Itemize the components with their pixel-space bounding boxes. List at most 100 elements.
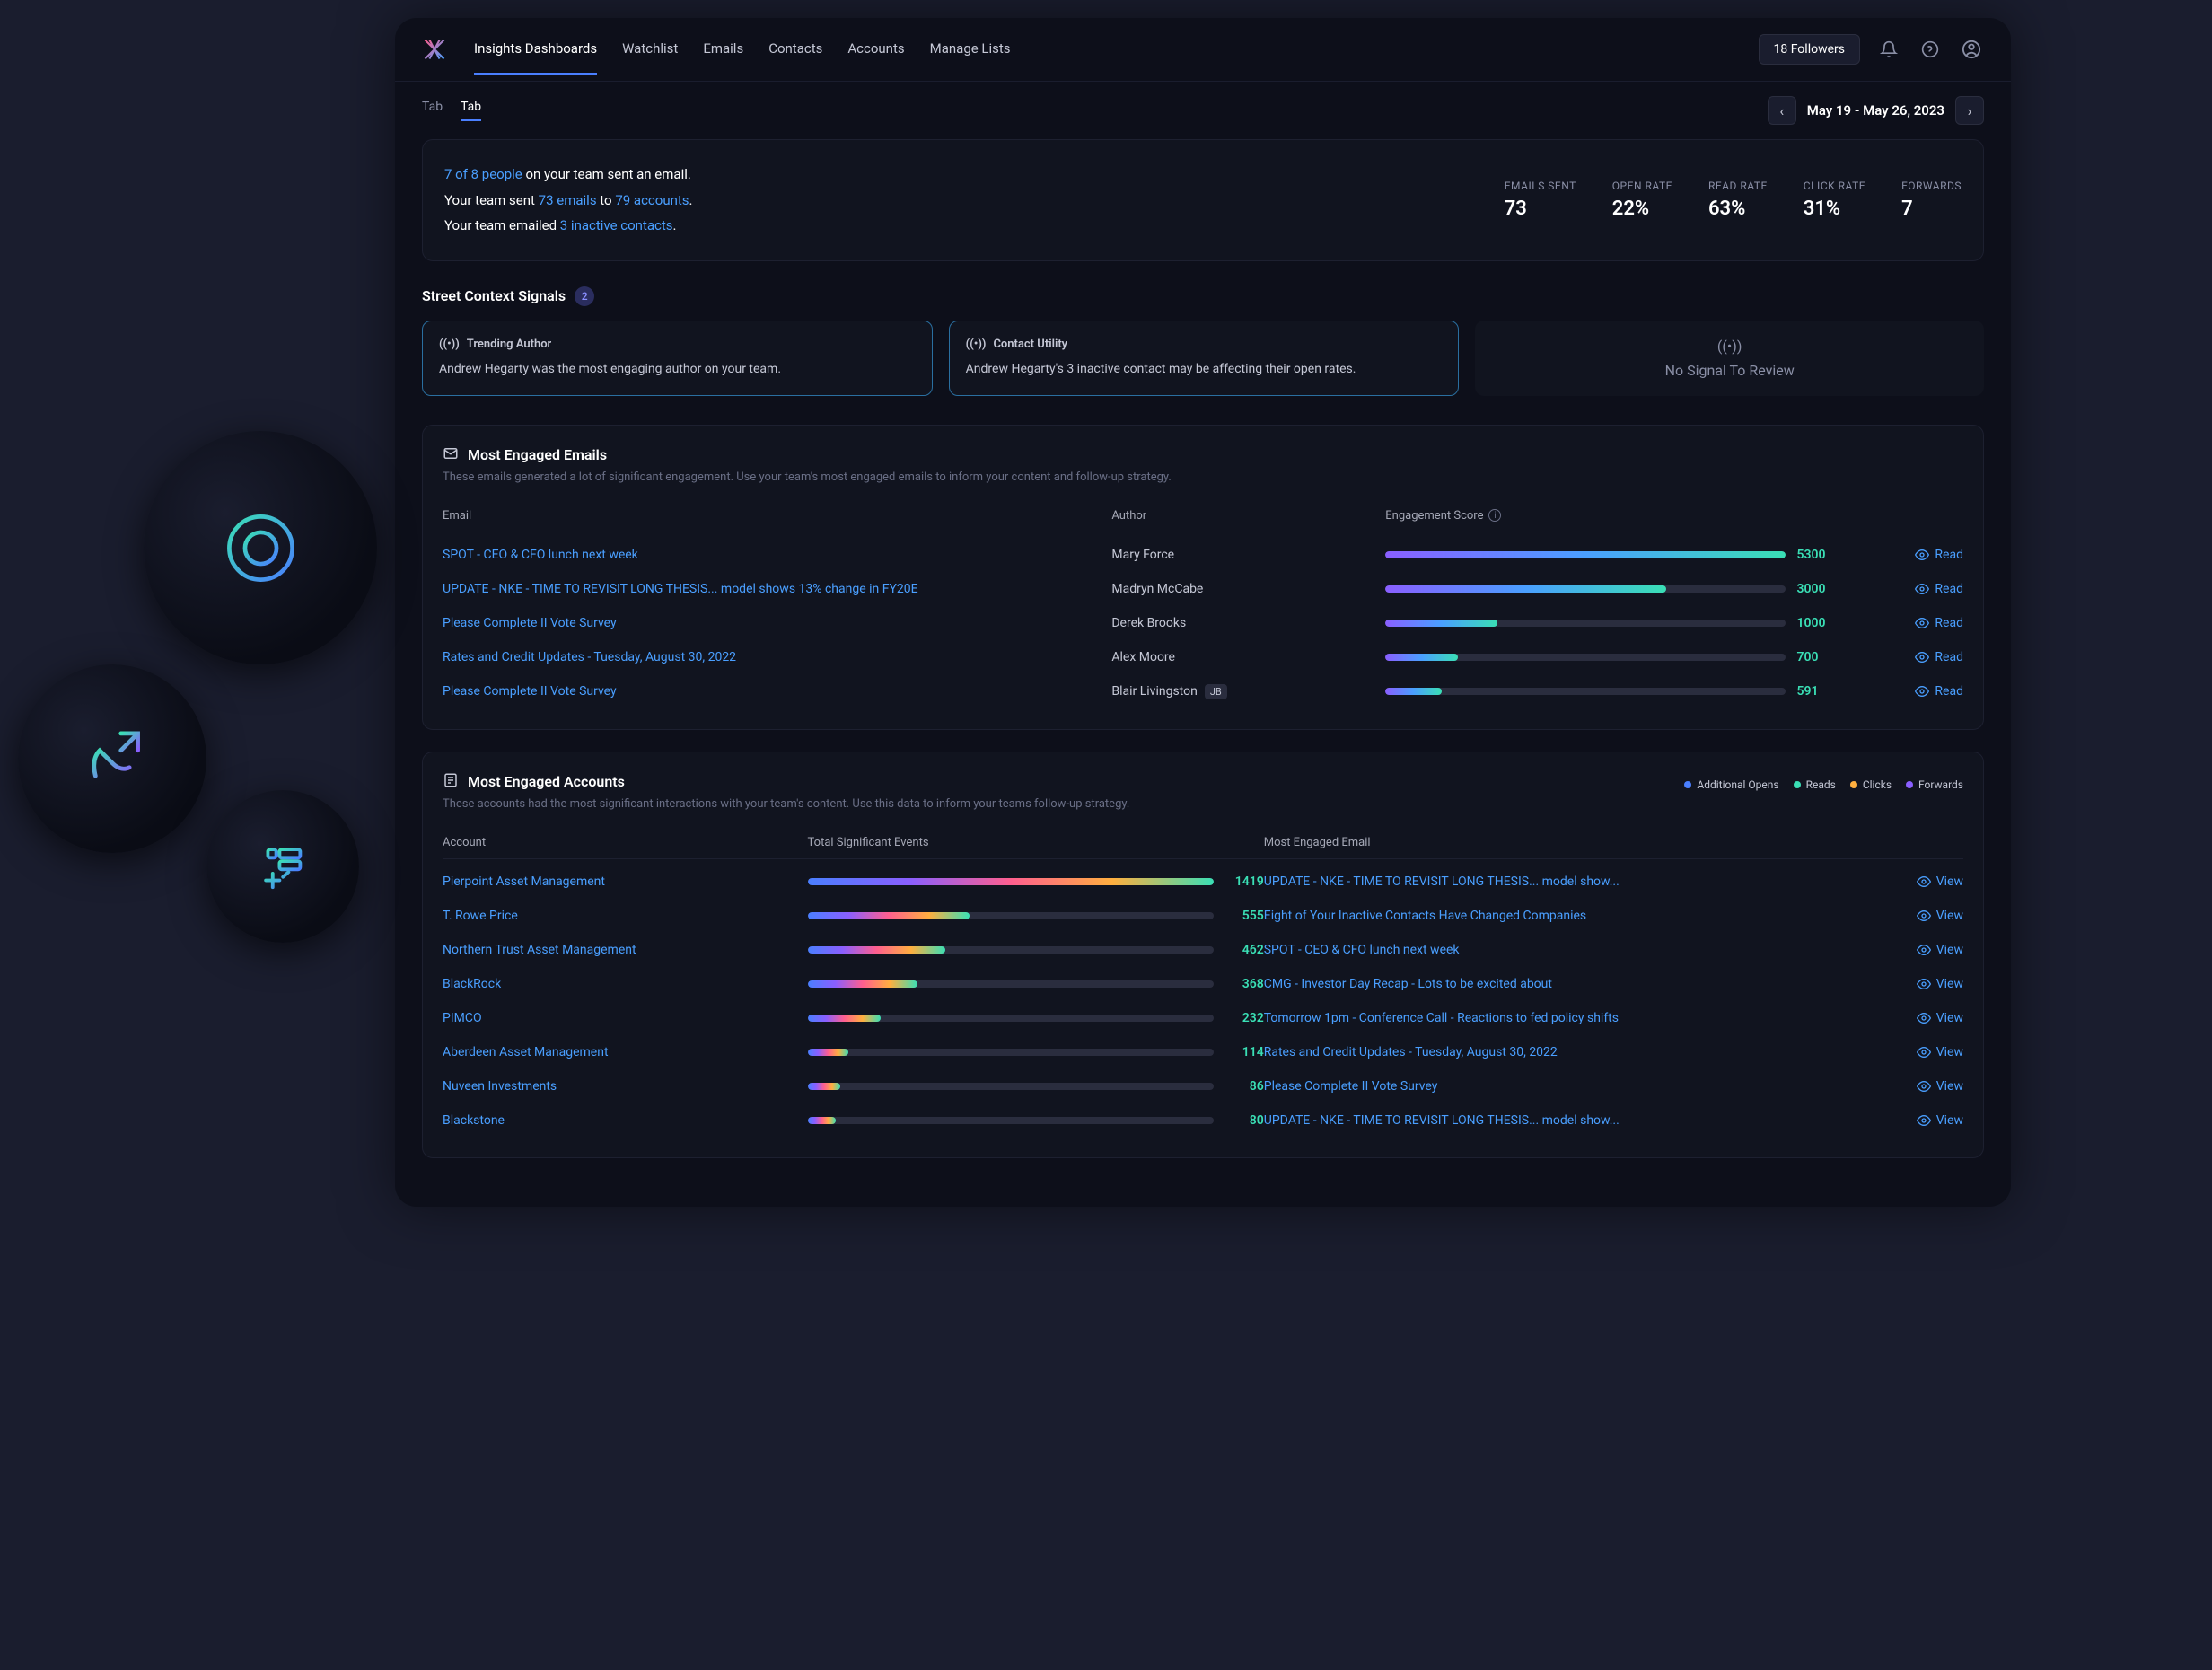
legend-item: Forwards	[1906, 778, 1963, 791]
view-button[interactable]: View	[1841, 977, 1963, 991]
col-score: Engagement Scorei	[1385, 509, 1841, 523]
events-value: 368	[1226, 977, 1264, 991]
nav-item-emails[interactable]: Emails	[703, 40, 743, 75]
read-button[interactable]: Read	[1841, 684, 1963, 699]
events-bar	[808, 1049, 1214, 1056]
score-bar	[1385, 551, 1786, 558]
score-bar	[1385, 620, 1786, 627]
engaged-email-link[interactable]: CMG - Investor Day Recap - Lots to be ex…	[1264, 977, 1552, 991]
view-button[interactable]: View	[1841, 1113, 1963, 1128]
accounts-subtitle: These accounts had the most significant …	[443, 797, 1963, 811]
email-link[interactable]: Rates and Credit Updates - Tuesday, Augu…	[443, 650, 736, 664]
email-link[interactable]: Please Complete II Vote Survey	[443, 684, 617, 699]
score-value: 3000	[1796, 582, 1841, 596]
view-button[interactable]: View	[1841, 1011, 1963, 1025]
signal-card[interactable]: ((•))Contact UtilityAndrew Hegarty's 3 i…	[949, 321, 1460, 396]
account-link[interactable]: Pierpoint Asset Management	[443, 875, 605, 889]
info-icon[interactable]: i	[1488, 509, 1501, 522]
app-frame: Insights Dashboards Watchlist Emails Contac…	[395, 18, 2011, 1207]
broadcast-icon: ((•))	[439, 338, 460, 351]
email-link[interactable]: SPOT - CEO & CFO lunch next week	[443, 548, 638, 562]
nav-item-insights-dashboards[interactable]: Insights Dashboards	[474, 40, 597, 75]
view-button[interactable]: View	[1841, 875, 1963, 889]
events-value: 1419	[1226, 875, 1264, 889]
engaged-email-link[interactable]: Rates and Credit Updates - Tuesday, Augu…	[1264, 1045, 1558, 1059]
view-button[interactable]: View	[1841, 1045, 1963, 1059]
engaged-email-link[interactable]: Tomorrow 1pm - Conference Call - Reactio…	[1264, 1011, 1619, 1025]
author-cell: Madryn McCabe	[1111, 582, 1385, 596]
nav-item-watchlist[interactable]: Watchlist	[622, 40, 678, 75]
stat-read-rate: READ RATE63%	[1708, 180, 1768, 220]
account-link[interactable]: Aberdeen Asset Management	[443, 1045, 609, 1059]
view-button[interactable]: View	[1841, 943, 1963, 957]
events-bar	[808, 1083, 1214, 1090]
account-row: Blackstone80UPDATE - NKE - TIME TO REVIS…	[443, 1103, 1963, 1138]
prev-date-button[interactable]: ‹	[1768, 96, 1796, 125]
events-bar	[808, 946, 1214, 954]
author-cell: Blair LivingstonJB	[1111, 684, 1385, 699]
nav-item-contacts[interactable]: Contacts	[768, 40, 822, 75]
events-value: 86	[1226, 1079, 1264, 1094]
score-value: 5300	[1796, 548, 1841, 562]
email-row: UPDATE - NKE - TIME TO REVISIT LONG THES…	[443, 572, 1963, 606]
score-bar	[1385, 688, 1786, 695]
account-link[interactable]: BlackRock	[443, 977, 501, 991]
email-link[interactable]: UPDATE - NKE - TIME TO REVISIT LONG THES…	[443, 582, 918, 596]
score-bar	[1385, 654, 1786, 661]
engaged-email-link[interactable]: SPOT - CEO & CFO lunch next week	[1264, 943, 1460, 957]
legend-item: Additional Opens	[1684, 778, 1778, 791]
help-icon[interactable]	[1918, 37, 1943, 62]
accounts-icon	[443, 772, 459, 792]
broadcast-icon: ((•))	[1717, 338, 1742, 355]
engaged-email-link[interactable]: UPDATE - NKE - TIME TO REVISIT LONG THES…	[1264, 1113, 1620, 1128]
user-icon[interactable]	[1959, 37, 1984, 62]
author-cell: Derek Brooks	[1111, 616, 1385, 630]
events-bar	[808, 1015, 1214, 1022]
nav-item-accounts[interactable]: Accounts	[847, 40, 904, 75]
events-bar	[808, 912, 1214, 919]
signal-card[interactable]: ((•))Trending AuthorAndrew Hegarty was t…	[422, 321, 933, 396]
next-date-button[interactable]: ›	[1955, 96, 1984, 125]
engaged-email-link[interactable]: Eight of Your Inactive Contacts Have Cha…	[1264, 909, 1586, 923]
read-button[interactable]: Read	[1841, 616, 1963, 630]
stat-open-rate: OPEN RATE22%	[1612, 180, 1672, 220]
read-button[interactable]: Read	[1841, 548, 1963, 562]
account-link[interactable]: Nuveen Investments	[443, 1079, 557, 1094]
logo-icon	[422, 37, 447, 62]
email-link[interactable]: Please Complete II Vote Survey	[443, 616, 617, 630]
author-cell: Alex Moore	[1111, 650, 1385, 664]
followers-button[interactable]: 18 Followers	[1759, 34, 1861, 65]
view-button[interactable]: View	[1841, 1079, 1963, 1094]
bell-icon[interactable]	[1876, 37, 1901, 62]
score-value: 700	[1796, 650, 1841, 664]
account-link[interactable]: Northern Trust Asset Management	[443, 943, 636, 957]
email-row: SPOT - CEO & CFO lunch next weekMary For…	[443, 538, 1963, 572]
tab-1[interactable]: Tab	[461, 100, 481, 121]
account-link[interactable]: T. Rowe Price	[443, 909, 518, 923]
email-row: Please Complete II Vote Survey Blair Livi…	[443, 674, 1963, 709]
nav-item-manage-lists[interactable]: Manage Lists	[930, 40, 1011, 75]
account-link[interactable]: PIMCO	[443, 1011, 482, 1025]
events-value: 232	[1226, 1011, 1264, 1025]
col-account: Account	[443, 836, 808, 849]
col-email: Email	[443, 509, 1111, 523]
read-button[interactable]: Read	[1841, 582, 1963, 596]
call-circle	[18, 664, 206, 853]
summary-card: 7 of 8 people on your team sent an email…	[422, 139, 1984, 261]
engaged-email-link[interactable]: UPDATE - NKE - TIME TO REVISIT LONG THES…	[1264, 875, 1620, 889]
read-button[interactable]: Read	[1841, 650, 1963, 664]
tab-0[interactable]: Tab	[422, 100, 443, 121]
engaged-email-link[interactable]: Please Complete II Vote Survey	[1264, 1079, 1438, 1094]
account-row: Pierpoint Asset Management 1419UPDATE - N…	[443, 865, 1963, 899]
signals-count-badge: 2	[575, 286, 594, 306]
accounts-title: Most Engaged Accounts	[468, 773, 625, 790]
mail-icon	[443, 445, 459, 465]
top-nav: Insights Dashboards Watchlist Emails Contac…	[395, 18, 2011, 82]
events-bar	[808, 980, 1214, 988]
email-row: Please Complete II Vote Survey Derek Broo…	[443, 606, 1963, 640]
date-range: May 19 - May 26, 2023	[1807, 102, 1944, 119]
legend-item: Reads	[1794, 778, 1836, 791]
view-button[interactable]: View	[1841, 909, 1963, 923]
tab-row: Tab Tab ‹ May 19 - May 26, 2023 ›	[395, 82, 2011, 139]
account-link[interactable]: Blackstone	[443, 1113, 505, 1128]
